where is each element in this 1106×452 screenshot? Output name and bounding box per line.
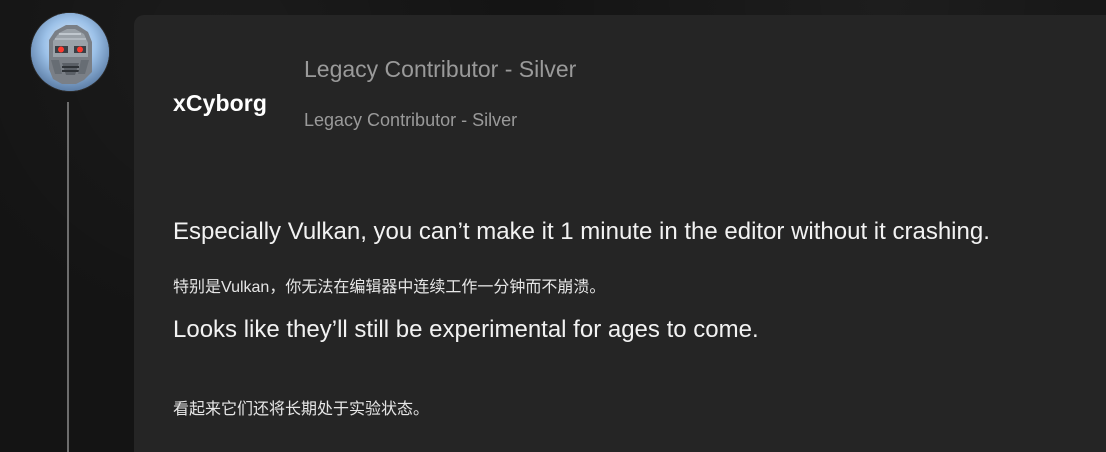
post-body-line: Especially Vulkan, you can’t make it 1 m… — [173, 218, 990, 245]
cyborg-avatar-icon — [31, 13, 109, 91]
forum-post-page: xCyborg Legacy Contributor - Silver Lega… — [0, 0, 1106, 452]
post-body-line: 特别是Vulkan，你无法在编辑器中连续工作一分钟而不崩溃。 — [173, 279, 606, 296]
rank-title: Legacy Contributor - Silver — [304, 56, 577, 82]
avatar[interactable] — [31, 13, 109, 91]
post-card: xCyborg Legacy Contributor - Silver Lega… — [134, 15, 1106, 452]
username[interactable]: xCyborg — [173, 90, 267, 117]
rank-subtitle: Legacy Contributor - Silver — [304, 110, 518, 130]
post-body-line: 看起来它们还将长期处于实验状态。 — [173, 401, 430, 418]
post-body-line: Looks like they’ll still be experimental… — [173, 316, 759, 343]
thread-line — [67, 102, 69, 452]
